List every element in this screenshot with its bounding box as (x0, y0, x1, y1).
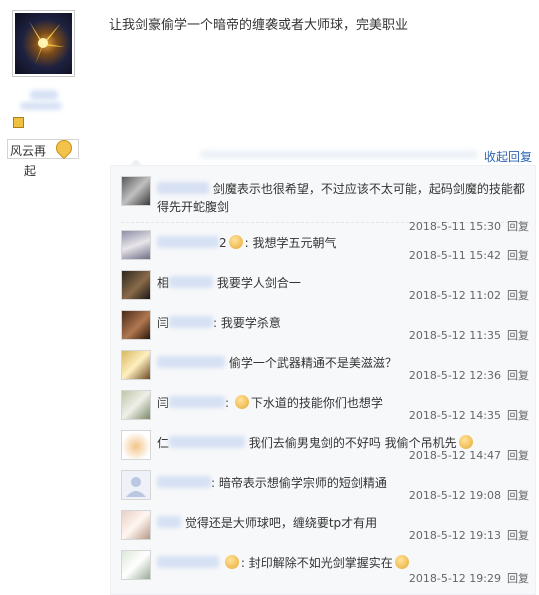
reply-avatar[interactable] (121, 350, 151, 380)
reply-avatar[interactable] (121, 510, 151, 540)
reply-username-blurred[interactable] (157, 476, 211, 488)
reply-username-blurred[interactable] (157, 556, 219, 568)
post-content: 让我剑豪偷学一个暗帝的缠袭或者大师球，完美职业 (109, 18, 409, 33)
author-avatar[interactable] (12, 10, 75, 77)
reply-button[interactable]: 回复 (507, 449, 529, 462)
reply-panel: 剑魔表示也很希望，不过应该不太可能，起码剑魔的技能都 得先开蛇腹剑 2018-5… (110, 159, 536, 595)
reply-avatar[interactable] (121, 270, 151, 300)
reply-button[interactable]: 回复 (507, 369, 529, 382)
reply-avatar[interactable] (121, 390, 151, 420)
reply-meta: 2018-5-12 19:29 回复 (409, 570, 529, 586)
reply-meta: 2018-5-12 19:13 回复 (409, 527, 529, 543)
reply-meta: 2018-5-12 19:08 回复 (409, 487, 529, 503)
reply-username-blurred[interactable] (157, 356, 225, 368)
reply-time: 2018-5-12 19:29 (408, 572, 501, 585)
reply-time: 2018-5-12 19:13 (408, 529, 501, 542)
default-user-icon (126, 477, 146, 497)
level-badge (13, 117, 24, 128)
reply-time: 2018-5-12 19:08 (408, 489, 501, 502)
emoji-icon (394, 555, 409, 569)
reply-button[interactable]: 回复 (507, 289, 529, 302)
reply-username-blurred[interactable] (169, 436, 246, 448)
reply-button[interactable]: 回复 (507, 329, 529, 342)
reply-username-blurred[interactable] (157, 236, 219, 248)
reply-button[interactable]: 回复 (507, 529, 529, 542)
reply-button[interactable]: 回复 (507, 572, 529, 585)
reply-meta: 2018-5-12 12:36 回复 (409, 367, 529, 383)
emoji-icon (228, 235, 243, 249)
reply-button[interactable]: 回复 (507, 249, 529, 262)
reply-avatar[interactable] (121, 230, 151, 260)
post-tail-blurred (200, 150, 478, 159)
reply-avatar[interactable] (121, 550, 151, 580)
reply-item: 闫: 我要学杀意 2018-5-12 11:35 回复 (121, 310, 529, 346)
author-name-blurred[interactable] (30, 90, 58, 100)
reply-item: 相 我要学人剑合一 2018-5-12 11:02 回复 (121, 270, 529, 306)
author-title-line2: 起 (24, 164, 37, 178)
reply-time: 2018-5-12 11:35 (408, 329, 501, 342)
reply-avatar[interactable] (121, 310, 151, 340)
lily-flower-avatar-image (15, 13, 72, 74)
reply-item: : 封印解除不如光剑掌握实在 2018-5-12 19:29 回复 (121, 550, 529, 586)
reply-item: 2: 我想学五元朝气 2018-5-11 15:42 回复 (121, 230, 529, 266)
reply-time: 2018-5-11 15:42 (408, 249, 501, 262)
reply-meta: 2018-5-12 11:02 回复 (409, 287, 529, 303)
reply-item: 偷学一个武器精通不是美滋滋？ 2018-5-12 12:36 回复 (121, 350, 529, 386)
reply-item: : 暗帝表示想偷学宗师的短剑精通 2018-5-12 19:08 回复 (121, 470, 529, 506)
reply-text: 剑魔表示也很希望，不过应该不太可能，起码剑魔的技能都 得先开蛇腹剑 (157, 182, 525, 214)
reply-time: 2018-5-12 11:02 (408, 289, 501, 302)
reply-item: 剑魔表示也很希望，不过应该不太可能，起码剑魔的技能都 得先开蛇腹剑 2018-5… (121, 176, 529, 233)
reply-username-blurred[interactable] (169, 316, 214, 328)
reply-time: 2018-5-12 14:47 (408, 449, 501, 462)
author-level-blurred (20, 102, 62, 110)
author-panel: 风云再 起 (0, 0, 92, 591)
reply-meta: 2018-5-11 15:42 回复 (409, 247, 529, 263)
reply-item: 仁 我们去偷男鬼剑的不好吗 我偷个吊机先 2018-5-12 14:47 回复 (121, 430, 529, 466)
reply-username-blurred[interactable] (157, 516, 181, 528)
reply-username-blurred[interactable] (169, 396, 226, 408)
reply-item: 觉得还是大师球吧，缠绕要tp才有用 2018-5-12 19:13 回复 (121, 510, 529, 546)
reply-time: 2018-5-12 12:36 (408, 369, 501, 382)
emoji-icon (234, 395, 249, 409)
reply-meta: 2018-5-12 14:47 回复 (409, 447, 529, 463)
collapse-replies-link[interactable]: 收起回复 (484, 148, 532, 165)
reply-meta: 2018-5-12 11:35 回复 (409, 327, 529, 343)
emoji-icon (224, 555, 239, 569)
reply-username-blurred[interactable] (169, 276, 214, 288)
reply-avatar[interactable] (121, 430, 151, 460)
reply-time: 2018-5-12 14:35 (408, 409, 501, 422)
reply-button[interactable]: 回复 (507, 409, 529, 422)
author-title-line1: 风云再 (10, 144, 47, 158)
reply-item: 闫: 下水道的技能你们也想学 2018-5-12 14:35 回复 (121, 390, 529, 426)
reply-avatar[interactable] (121, 470, 151, 500)
reply-avatar[interactable] (121, 176, 151, 206)
reply-button[interactable]: 回复 (507, 489, 529, 502)
reply-meta: 2018-5-12 14:35 回复 (409, 407, 529, 423)
reply-username-blurred[interactable] (157, 182, 209, 194)
